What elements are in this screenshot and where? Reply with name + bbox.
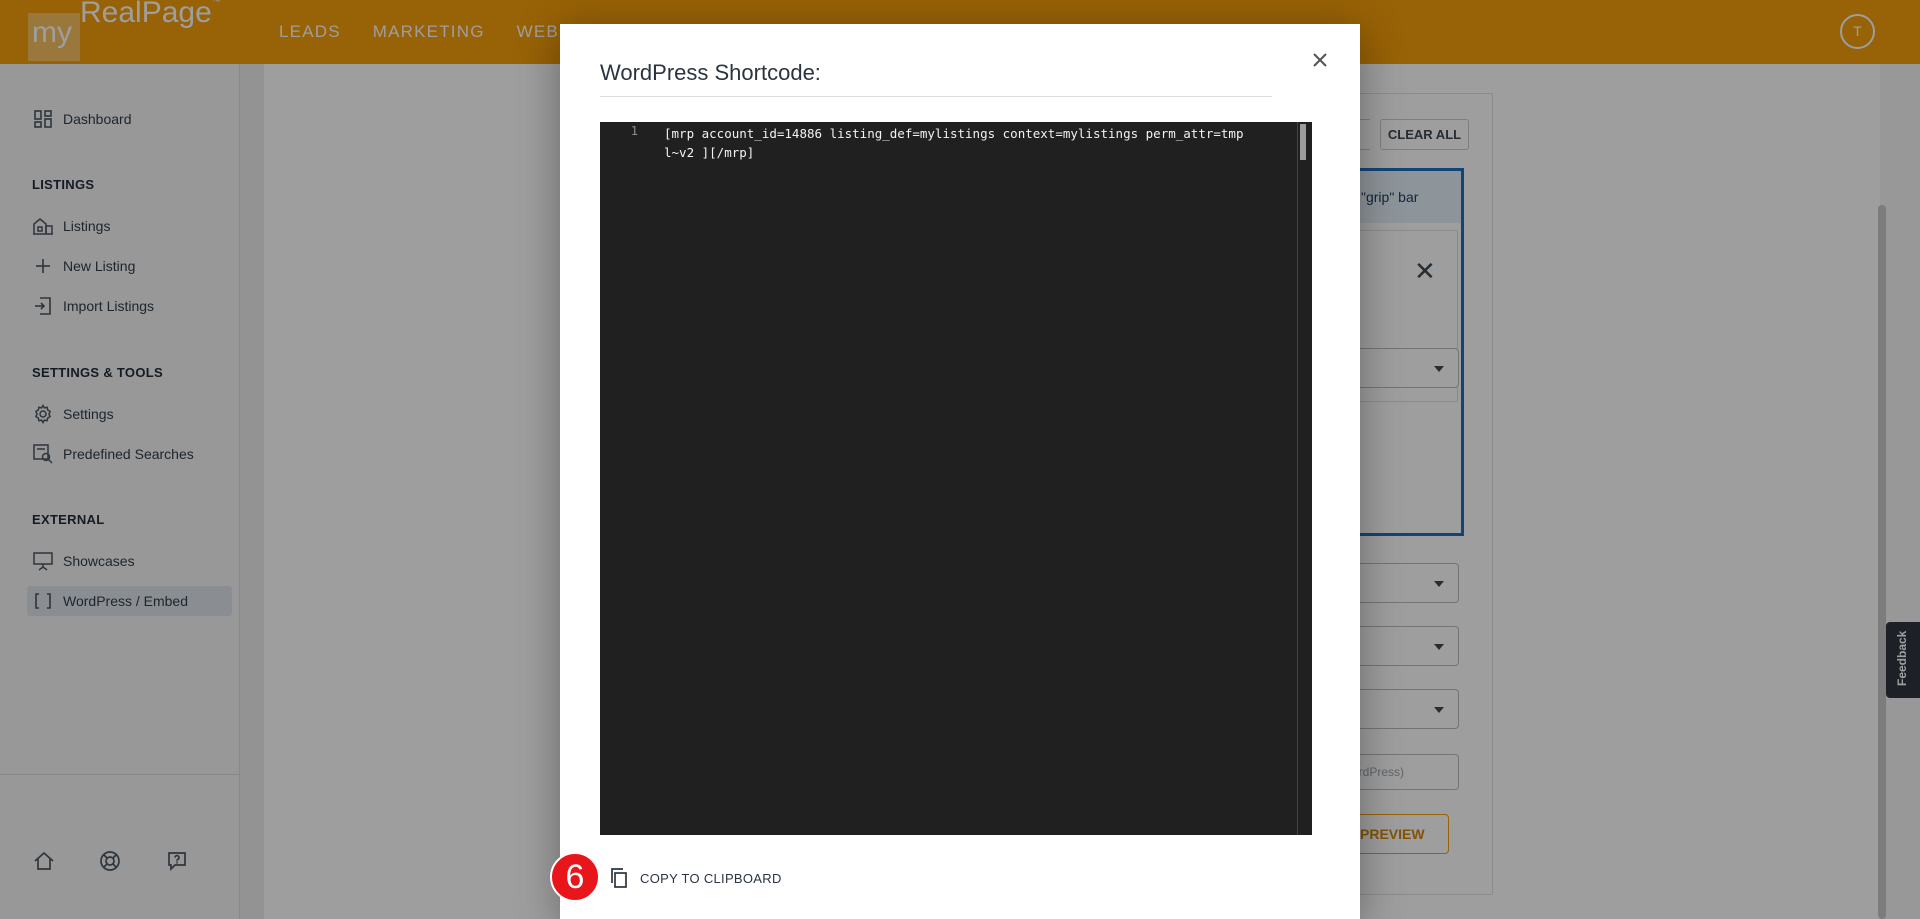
copy-to-clipboard-button[interactable]: COPY TO CLIPBOARD [608, 863, 782, 893]
editor-scrollbar-thumb[interactable] [1300, 124, 1306, 160]
editor-scrollbar-track [1297, 122, 1298, 835]
editor-gutter: 1 [600, 122, 660, 835]
close-icon[interactable] [1308, 48, 1332, 72]
line-number: 1 [630, 124, 638, 138]
shortcode-text[interactable]: [mrp account_id=14886 listing_def=mylist… [664, 124, 1244, 162]
step-number-badge: 6 [550, 852, 600, 902]
title-divider [600, 96, 1272, 97]
code-editor[interactable]: 1 [mrp account_id=14886 listing_def=myli… [600, 122, 1312, 835]
copy-icon [608, 867, 630, 889]
modal-title: WordPress Shortcode: [600, 60, 821, 85]
shortcode-modal: WordPress Shortcode: 1 [mrp account_id=1… [560, 24, 1360, 919]
copy-label: COPY TO CLIPBOARD [640, 870, 782, 886]
